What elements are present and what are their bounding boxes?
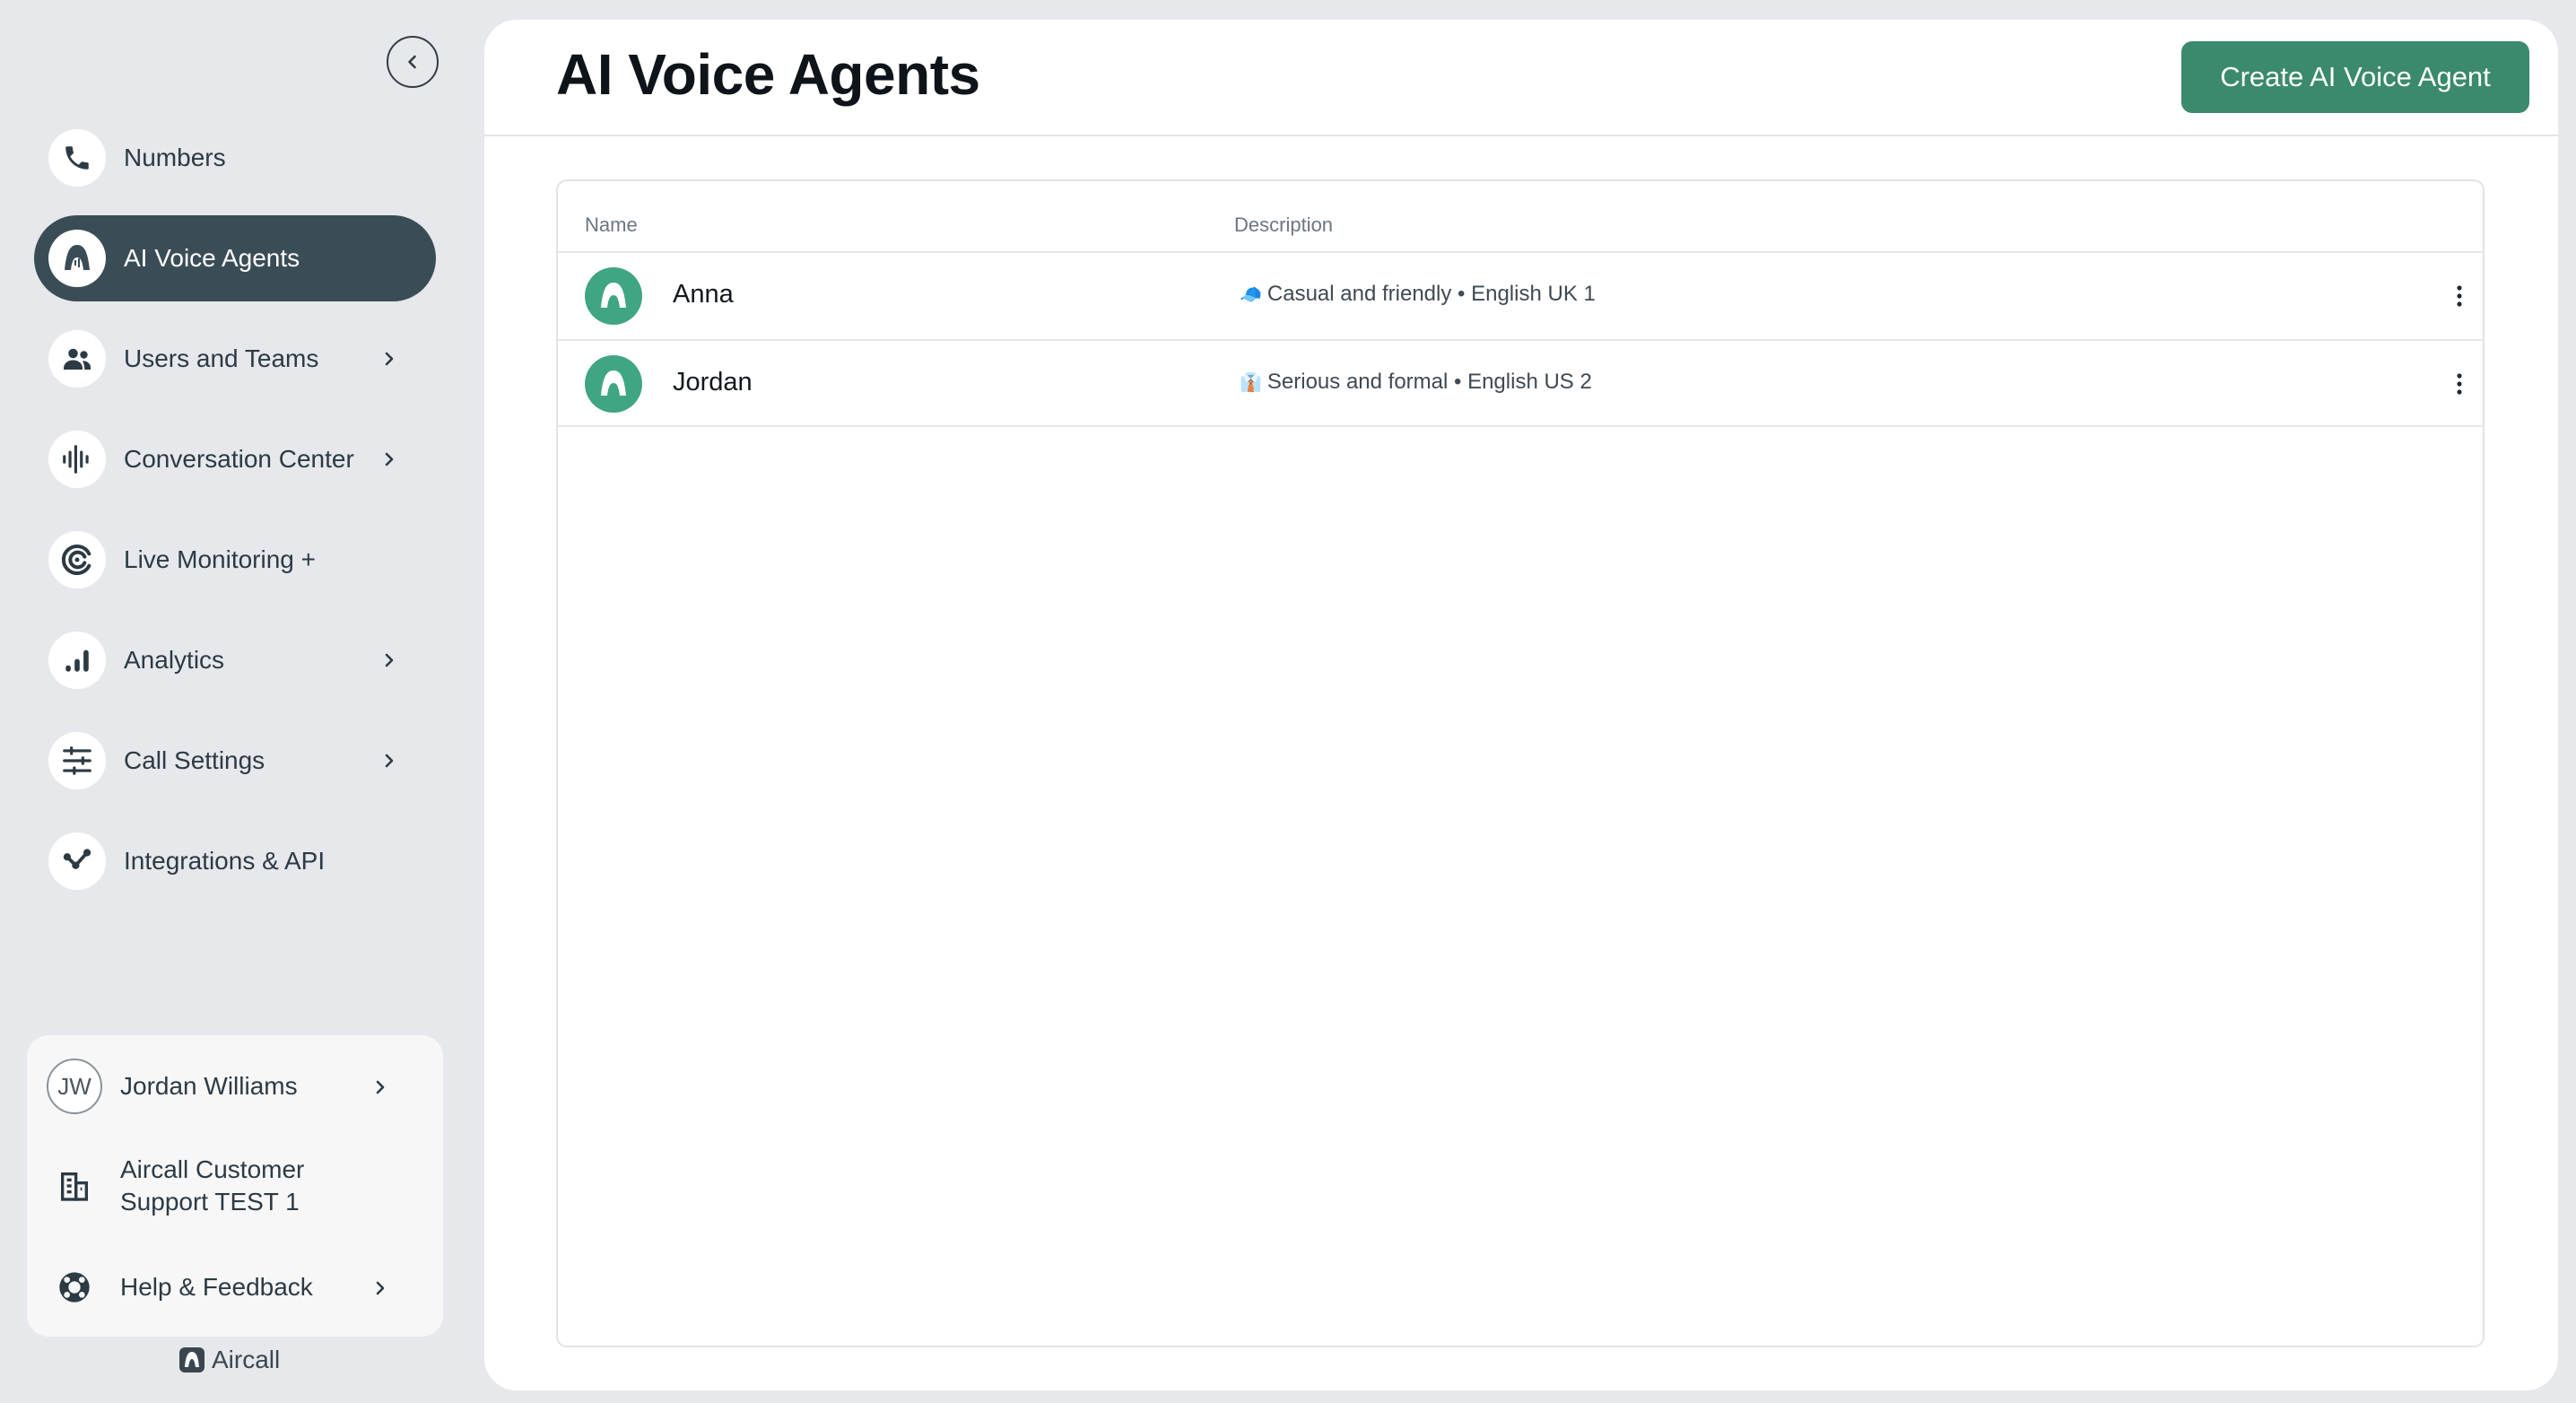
agents-table: Name Description Anna 🧢 Casual and frien…	[556, 179, 2485, 1347]
live-monitoring-icon	[48, 531, 106, 588]
phone-icon	[48, 129, 106, 187]
column-header-name: Name	[585, 214, 638, 236]
more-options-button[interactable]	[2450, 278, 2468, 314]
brand-name: Aircall	[212, 1346, 281, 1373]
sidebar-item-call-settings[interactable]: Call Settings	[34, 718, 436, 804]
kebab-menu-icon	[2457, 285, 2462, 307]
agent-avatar	[585, 267, 642, 325]
company-item[interactable]: Aircall Customer Support TEST 1	[47, 1154, 423, 1218]
sidebar-item-numbers[interactable]: Numbers	[34, 115, 436, 201]
chevron-left-icon	[408, 55, 416, 69]
chevron-right-icon	[376, 1080, 385, 1094]
help-feedback-item[interactable]: Help & Feedback	[47, 1259, 423, 1315]
agent-name: Jordan	[673, 368, 753, 396]
description-text: Casual and friendly • English UK 1	[1266, 282, 1596, 306]
sidebar-item-label: Call Settings	[124, 746, 265, 774]
description-text: Serious and formal • English US 2	[1266, 370, 1592, 394]
sidebar-item-conversation-center[interactable]: Conversation Center	[34, 416, 436, 502]
users-icon	[48, 330, 106, 388]
table-row[interactable]: Anna 🧢 Casual and friendly • English UK …	[558, 251, 2483, 337]
sidebar-item-integrations-api[interactable]: Integrations & API	[34, 818, 436, 904]
chevron-right-icon	[385, 352, 394, 366]
table-row[interactable]: Jordan 👔 Serious and formal • English US…	[558, 339, 2483, 425]
chevron-right-icon	[376, 1281, 385, 1295]
sidebar: Numbers AI Voice Agents Users and Teams …	[0, 0, 484, 1403]
kebab-menu-icon	[2457, 373, 2462, 395]
agent-description: 👔 Serious and formal • English US 2	[1240, 370, 1592, 395]
main-panel: AI Voice Agents Create AI Voice Agent Na…	[484, 20, 2558, 1390]
chevron-right-icon	[385, 653, 394, 667]
more-options-button[interactable]	[2450, 366, 2468, 402]
sidebar-item-label: Numbers	[124, 144, 226, 171]
aircall-agent-icon	[601, 283, 626, 308]
necktie-emoji-icon: 👔	[1240, 372, 1262, 393]
column-header-description: Description	[1234, 214, 1334, 236]
sidebar-item-label: Analytics	[124, 646, 225, 674]
bar-chart-icon	[48, 632, 106, 689]
row-divider	[558, 425, 2483, 427]
agent-name: Anna	[673, 280, 734, 309]
user-name: Jordan Williams	[120, 1072, 298, 1100]
lifebuoy-icon	[47, 1259, 102, 1315]
building-icon	[47, 1158, 102, 1214]
create-ai-voice-agent-button[interactable]: Create AI Voice Agent	[2181, 41, 2529, 113]
company-name: Aircall Customer Support TEST 1	[120, 1155, 305, 1216]
user-profile-item[interactable]: JW Jordan Williams	[47, 1059, 423, 1114]
agent-avatar	[585, 355, 642, 413]
page-title: AI Voice Agents	[556, 42, 980, 107]
collapse-sidebar-button[interactable]	[387, 36, 439, 88]
sidebar-item-analytics[interactable]: Analytics	[34, 617, 436, 703]
help-label: Help & Feedback	[120, 1273, 313, 1301]
sidebar-item-live-monitoring[interactable]: Live Monitoring +	[34, 517, 436, 603]
waveform-icon	[48, 431, 106, 488]
sliders-icon	[48, 732, 106, 789]
aircall-logo-icon	[179, 1347, 205, 1372]
cap-emoji-icon: 🧢	[1240, 284, 1262, 305]
brand-footer: Aircall	[179, 1346, 280, 1374]
sidebar-item-ai-voice-agents[interactable]: AI Voice Agents	[34, 215, 436, 301]
integration-icon	[48, 832, 106, 890]
aircall-agent-icon	[48, 230, 106, 287]
sidebar-item-label: Users and Teams	[124, 344, 319, 372]
chevron-right-icon	[385, 452, 394, 466]
sidebar-item-label: Live Monitoring +	[124, 545, 317, 573]
sidebar-item-label: Conversation Center	[124, 445, 354, 473]
sidebar-item-label: AI Voice Agents	[124, 244, 300, 272]
page-header: AI Voice Agents Create AI Voice Agent	[484, 20, 2558, 136]
account-card: JW Jordan Williams Aircall Customer Supp…	[27, 1035, 443, 1337]
agent-description: 🧢 Casual and friendly • English UK 1	[1240, 282, 1596, 307]
sidebar-item-users-and-teams[interactable]: Users and Teams	[34, 316, 436, 402]
aircall-agent-icon	[601, 370, 626, 396]
sidebar-item-label: Integrations & API	[124, 847, 326, 875]
chevron-right-icon	[385, 754, 394, 768]
avatar: JW	[47, 1059, 102, 1114]
